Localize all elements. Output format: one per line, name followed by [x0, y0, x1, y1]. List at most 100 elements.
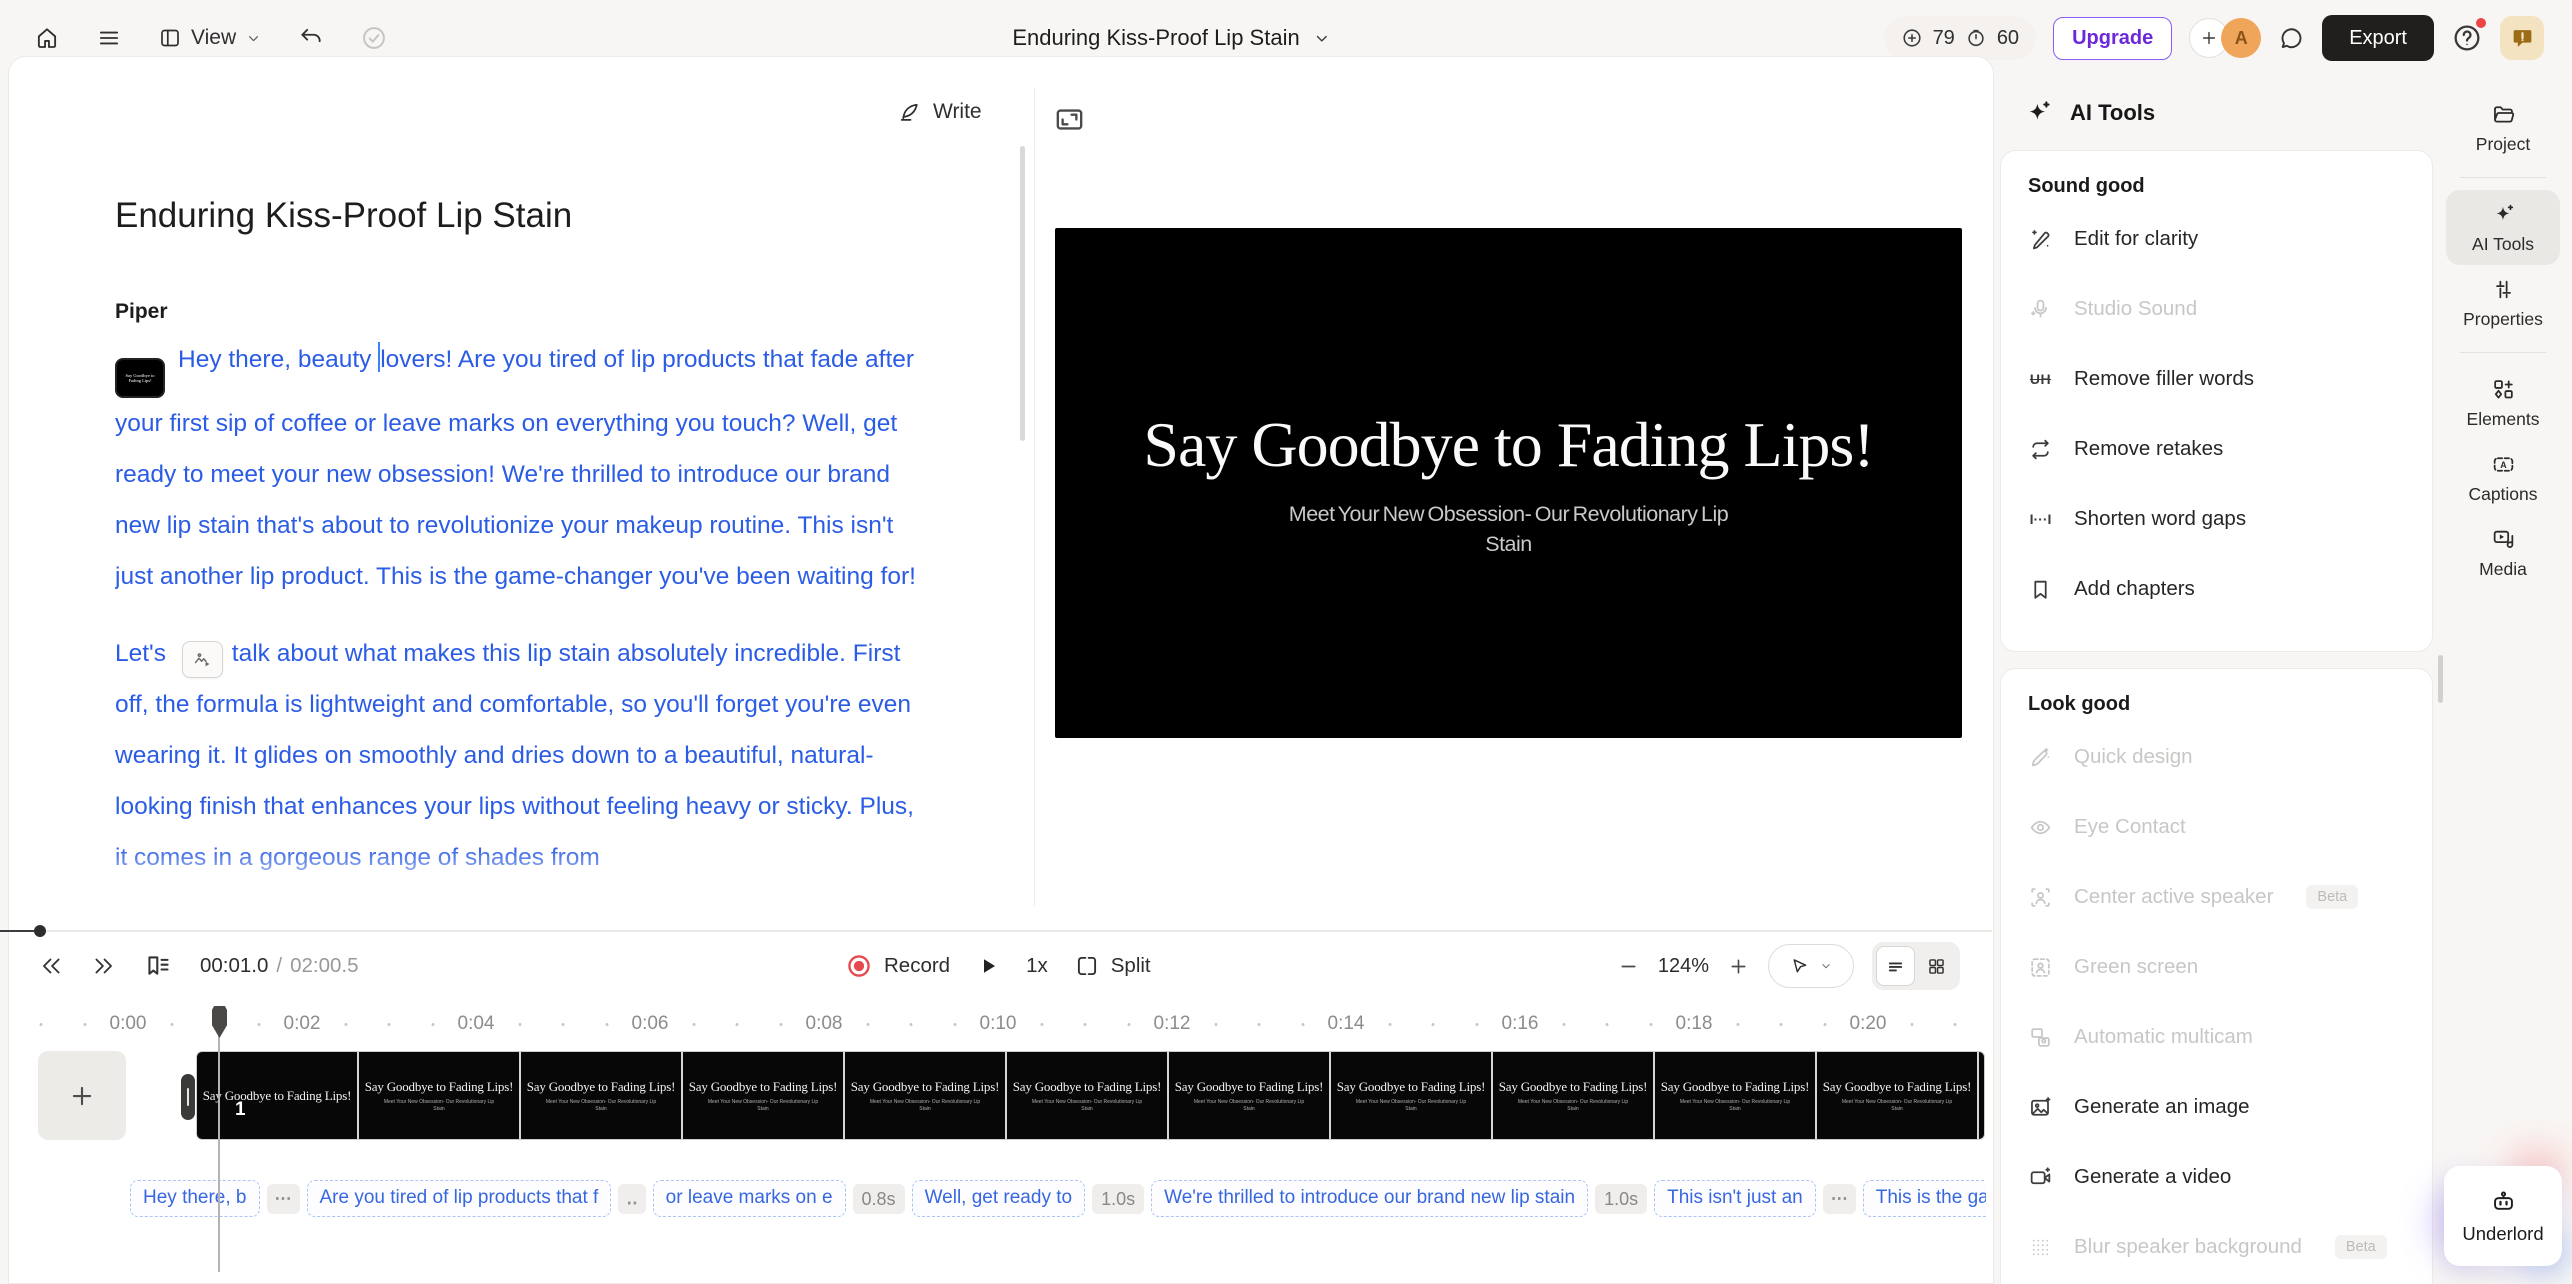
- ruler-tick-dot: [1040, 1023, 1043, 1026]
- ai-tool-item[interactable]: Remove retakes: [2028, 414, 2405, 484]
- sidebar-item[interactable]: Properties: [2446, 265, 2560, 340]
- ai-tool-item[interactable]: Studio Sound: [2028, 274, 2405, 344]
- zoom-in-icon[interactable]: [1727, 955, 1750, 978]
- editor-scrollbar[interactable]: [1020, 146, 1025, 441]
- filmstrip-frame[interactable]: Say Goodbye to Fading Lips!Meet Your New…: [521, 1052, 681, 1139]
- document-heading[interactable]: Enduring Kiss-Proof Lip Stain: [115, 196, 572, 236]
- filmstrip-frame[interactable]: Say Goodbye to Fading Lips!Meet Your New…: [1655, 1052, 1815, 1139]
- upgrade-button[interactable]: Upgrade: [2053, 17, 2172, 60]
- timeline-ruler[interactable]: 0:000:020:040:060:080:100:120:140:160:18…: [0, 1004, 1992, 1046]
- export-button[interactable]: Export: [2322, 15, 2434, 61]
- inline-video-thumbnail[interactable]: Say Goodbye to Fading Lips!: [115, 358, 165, 398]
- pointer-tool-button[interactable]: [1768, 944, 1854, 988]
- ai-tool-item[interactable]: Edit for clarity: [2028, 204, 2405, 274]
- caption-segment[interactable]: This isn't just an: [1654, 1180, 1816, 1217]
- caption-segment[interactable]: This is the game-chan: [1863, 1180, 1986, 1217]
- record-button[interactable]: Record: [845, 952, 950, 980]
- ai-tool-label: Quick design: [2074, 745, 2193, 769]
- filmstrip-frame[interactable]: Say Goodbye to Fading Lips!Meet Your New…: [1169, 1052, 1329, 1139]
- ai-tool-item[interactable]: Generate a video: [2028, 1142, 2405, 1212]
- ai-tool-item[interactable]: I···I Shorten word gaps: [2028, 484, 2405, 554]
- filmstrip-frame[interactable]: Say Goodbye to Fading Lips!Meet Your New…: [1493, 1052, 1653, 1139]
- sidebar-item[interactable]: Elements: [2446, 365, 2560, 440]
- caption-segment[interactable]: Hey there, b: [130, 1180, 260, 1217]
- marker-list-icon[interactable]: [144, 952, 173, 981]
- caption-segment[interactable]: 0.8s: [853, 1184, 905, 1214]
- add-track-button[interactable]: [38, 1051, 126, 1140]
- caption-segment[interactable]: ⋯: [1823, 1184, 1856, 1214]
- grid-view-button[interactable]: [1917, 946, 1956, 986]
- ai-tool-item[interactable]: Center active speaker Beta: [2028, 862, 2405, 932]
- caption-segment[interactable]: 1.0s: [1595, 1184, 1647, 1214]
- caption-segment[interactable]: ‥: [618, 1184, 645, 1214]
- timeline-view-toggle: [1872, 942, 1960, 990]
- playback-speed-button[interactable]: 1x: [1026, 954, 1048, 978]
- speaker-label[interactable]: Piper: [115, 300, 168, 324]
- scrub-track[interactable]: [0, 930, 1992, 932]
- eye-icon: [2028, 815, 2053, 840]
- caption-segment[interactable]: Are you tired of lip products that f: [307, 1180, 612, 1217]
- video-preview[interactable]: Say Goodbye to Fading Lips! Meet Your Ne…: [1055, 228, 1962, 738]
- caption-segment[interactable]: or leave marks on e: [653, 1180, 846, 1217]
- filmstrip-frame[interactable]: Say Goodbye to Fading Lips!Meet Your New…: [845, 1052, 1005, 1139]
- credits-pill[interactable]: 79 60: [1884, 16, 2037, 60]
- sidebar-item[interactable]: Project: [2446, 90, 2560, 165]
- feedback-badge[interactable]: [2500, 16, 2544, 60]
- filmstrip-frame[interactable]: Say Goodbye to Fading Lips!Meet Your New…: [359, 1052, 519, 1139]
- ai-tool-label: Generate an image: [2074, 1095, 2250, 1119]
- ai-tool-item[interactable]: Quick design: [2028, 722, 2405, 792]
- filmstrip-frame[interactable]: Say Goodbye to Fading Lips!Meet Your New…: [1331, 1052, 1491, 1139]
- caption-segment[interactable]: ⋯: [267, 1184, 300, 1214]
- ai-tool-label: Remove retakes: [2074, 437, 2223, 461]
- skip-back-icon[interactable]: [38, 953, 64, 979]
- expand-preview-icon[interactable]: [1053, 103, 1086, 136]
- undo-icon[interactable]: [298, 25, 324, 51]
- ai-panel-scrollbar[interactable]: [2438, 655, 2443, 703]
- ai-tool-item[interactable]: Add chapters: [2028, 554, 2405, 624]
- caption-segment[interactable]: 1.0s: [1092, 1184, 1144, 1214]
- ai-tool-item[interactable]: Blur speaker background Beta: [2028, 1212, 2405, 1282]
- view-menu-button[interactable]: View: [158, 26, 262, 50]
- ruler-tick-dot: [388, 1023, 391, 1026]
- ai-tool-item[interactable]: Eye Contact: [2028, 792, 2405, 862]
- sidebar-item[interactable]: A Captions: [2446, 440, 2560, 515]
- ruler-tick-label: 0:04: [458, 1013, 495, 1035]
- ruler-tick-dot: [1388, 1023, 1391, 1026]
- chat-icon[interactable]: [2278, 25, 2305, 52]
- write-button[interactable]: Write: [897, 99, 982, 124]
- sidebar-item[interactable]: AI Tools: [2446, 190, 2560, 265]
- skip-forward-icon[interactable]: [91, 953, 117, 979]
- help-button[interactable]: [2451, 22, 2483, 54]
- inline-media-chip[interactable]: [182, 641, 223, 678]
- filmstrip-frame[interactable]: Say Goodbye to Fading Lips!Meet Your New…: [1007, 1052, 1167, 1139]
- ruler-tick-label: 0:16: [1502, 1013, 1539, 1035]
- filmstrip-frame[interactable]: Say Goodbye to Fading Lips!: [197, 1052, 357, 1139]
- split-button[interactable]: Split: [1074, 953, 1151, 979]
- caption-segment[interactable]: Well, get ready to: [912, 1180, 1086, 1217]
- underlord-button[interactable]: Underlord: [2444, 1166, 2562, 1266]
- ai-tool-item[interactable]: UH Remove filler words: [2028, 344, 2405, 414]
- filmstrip-frame[interactable]: Say Goodbye to Fading Lips!Meet Your New…: [1817, 1052, 1977, 1139]
- track-drag-handle[interactable]: [181, 1074, 195, 1120]
- frame-subtitle: Meet Your New Obsession- Our Revolutiona…: [1193, 1099, 1305, 1112]
- scrub-handle[interactable]: [34, 925, 46, 937]
- home-icon[interactable]: [34, 25, 60, 51]
- play-icon[interactable]: [976, 954, 1000, 978]
- ai-tool-item[interactable]: Green screen: [2028, 932, 2405, 1002]
- filmstrip[interactable]: Say Goodbye to Fading Lips!Say Goodbye t…: [196, 1051, 1985, 1140]
- green-screen-icon: [2028, 955, 2053, 980]
- split-label: Split: [1111, 954, 1151, 978]
- retakes-loop-icon: [2028, 437, 2053, 462]
- transcript-body[interactable]: Say Goodbye to Fading Lips!Hey there, be…: [115, 334, 921, 911]
- total-time: 02:00.5: [290, 954, 358, 978]
- filmstrip-frame[interactable]: Say Goodbye to Fading Lips!Meet Your New…: [683, 1052, 843, 1139]
- caption-segment[interactable]: We're thrilled to introduce our brand ne…: [1151, 1180, 1588, 1217]
- ai-tool-item[interactable]: Automatic multicam: [2028, 1002, 2405, 1072]
- ai-tool-item[interactable]: Generate an image: [2028, 1072, 2405, 1142]
- timeline-view-button[interactable]: [1876, 946, 1915, 986]
- menu-icon[interactable]: [96, 25, 122, 51]
- sidebar-item[interactable]: Media: [2446, 515, 2560, 590]
- filmstrip-frame[interactable]: Say Goodbye to Fading Lips!Meet Your New…: [1979, 1052, 1985, 1139]
- zoom-out-icon[interactable]: [1617, 955, 1640, 978]
- avatar[interactable]: A: [2221, 18, 2261, 58]
